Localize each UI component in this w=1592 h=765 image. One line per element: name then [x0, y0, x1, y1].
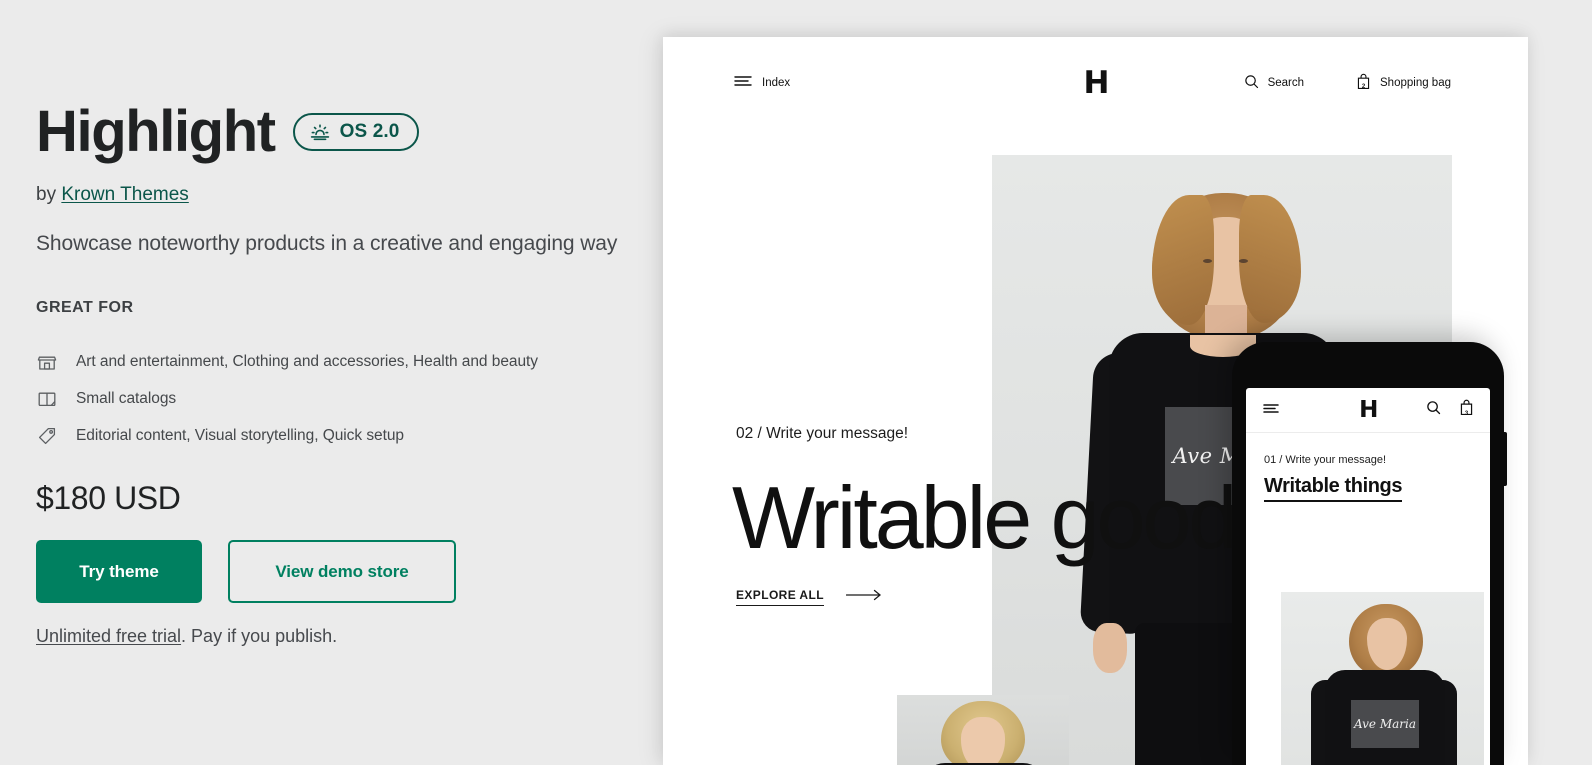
mobile-header-actions: 3	[1426, 399, 1474, 421]
mobile-hero-eyebrow: 01 / Write your message!	[1264, 454, 1387, 466]
view-demo-store-button[interactable]: View demo store	[228, 540, 456, 603]
storefront-icon	[36, 351, 58, 373]
page-title: Highlight	[36, 99, 276, 164]
mobile-logo-text: H	[1359, 396, 1378, 423]
free-trial-link[interactable]: Unlimited free trial	[36, 626, 181, 646]
secondary-product-image	[897, 695, 1069, 765]
hero-headline: Writable goods	[732, 468, 1278, 567]
demo-shopping-bag-button[interactable]: 2 Shopping bag	[1356, 73, 1451, 93]
theme-tagline: Showcase noteworthy products in a creati…	[36, 232, 618, 255]
demo-bag-label: Shopping bag	[1380, 77, 1451, 89]
theme-details-panel: Highlight OS 2.0 by Krown Themes Showcas…	[0, 0, 663, 765]
list-item: Art and entertainment, Clothing and acce…	[36, 343, 616, 380]
demo-store-header: Index H Search 2 Shopping bag	[663, 37, 1528, 129]
mobile-hero-headline: Writable things	[1264, 475, 1402, 502]
open-book-icon	[36, 388, 58, 410]
list-item-label: Art and entertainment, Clothing and acce…	[76, 352, 538, 370]
shopping-bag-icon: 2	[1356, 73, 1371, 93]
os-version-badge: OS 2.0	[292, 113, 420, 151]
arrow-right-icon	[845, 588, 882, 606]
hero-eyebrow: 02 / Write your message!	[736, 425, 909, 442]
mobile-preview-mockup[interactable]: H 3 01 / Write your message! Writable th…	[1232, 342, 1507, 765]
title-row: Highlight OS 2.0	[36, 99, 420, 164]
tag-icon	[36, 425, 58, 447]
mobile-product-image: Ave Maria	[1281, 592, 1484, 765]
great-for-heading: GREAT FOR	[36, 299, 134, 316]
mobile-sweatshirt-print: Ave Maria	[1351, 700, 1419, 748]
demo-search-button[interactable]: Search	[1244, 74, 1304, 92]
shopping-bag-icon[interactable]: 3	[1459, 399, 1474, 421]
explore-all-link[interactable]: EXPLORE ALL	[736, 588, 882, 606]
author-link[interactable]: Krown Themes	[61, 184, 188, 205]
search-icon[interactable]	[1426, 400, 1441, 420]
feature-list: Art and entertainment, Clothing and acce…	[36, 343, 616, 454]
explore-all-label: EXPLORE ALL	[736, 588, 824, 606]
demo-logo-text: H	[1083, 64, 1110, 101]
bag-count-badge: 3	[1464, 411, 1469, 418]
list-item: Editorial content, Visual storytelling, …	[36, 417, 616, 454]
demo-search-label: Search	[1267, 77, 1305, 89]
try-theme-button[interactable]: Try theme	[36, 540, 202, 603]
trial-note-rest: . Pay if you publish.	[181, 626, 338, 646]
byline: by Krown Themes	[36, 184, 189, 206]
demo-header-actions: Search 2 Shopping bag	[1244, 73, 1451, 93]
os-badge-label: OS 2.0	[339, 121, 400, 142]
trial-note: Unlimited free trial. Pay if you publish…	[36, 626, 337, 647]
mobile-store-header: H 3	[1246, 388, 1490, 433]
list-item-label: Small catalogs	[76, 389, 177, 407]
list-item: Small catalogs	[36, 380, 616, 417]
cta-row: Try theme View demo store	[36, 540, 456, 603]
mobile-sweatshirt-print-text: Ave Maria	[1353, 717, 1417, 731]
byline-prefix: by	[36, 184, 57, 205]
mobile-preview-screen: H 3 01 / Write your message! Writable th…	[1246, 388, 1490, 765]
search-icon	[1244, 74, 1259, 92]
list-item-label: Editorial content, Visual storytelling, …	[76, 426, 404, 444]
theme-price: $180 USD	[36, 480, 181, 516]
sunrise-icon	[309, 123, 331, 141]
phone-power-button	[1504, 432, 1507, 486]
bag-count-badge: 2	[1361, 84, 1366, 90]
